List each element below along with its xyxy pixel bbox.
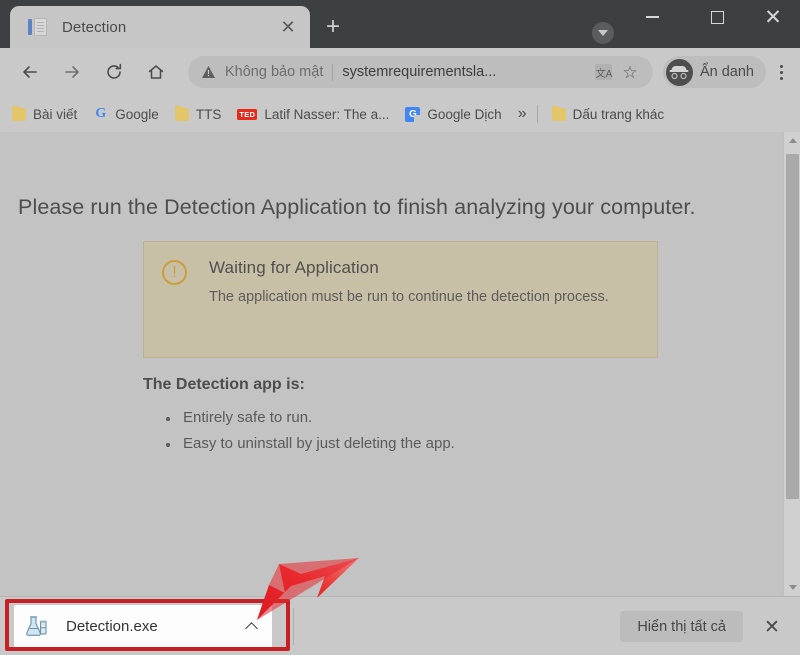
- window-dropdown-icon[interactable]: [592, 22, 614, 44]
- list-item-label: Entirely safe to run.: [183, 409, 313, 426]
- other-bookmarks-item[interactable]: Dấu trang khác: [551, 105, 664, 122]
- list-item: Easy to uninstall by just deleting the a…: [166, 435, 455, 452]
- scrollbar-thumb[interactable]: [786, 154, 799, 499]
- minimize-button[interactable]: [629, 0, 675, 34]
- flask-icon: [24, 615, 50, 639]
- shelf-divider: [293, 608, 294, 645]
- tab-strip: Detection ✕ + ✕: [0, 0, 800, 48]
- tab-close-icon[interactable]: ✕: [276, 15, 300, 39]
- chrome-menu-icon[interactable]: [766, 64, 796, 80]
- forward-icon[interactable]: [54, 54, 90, 90]
- scroll-down-icon[interactable]: [784, 579, 800, 596]
- download-shelf: Detection.exe Hiển thị tất cả ✕: [0, 596, 800, 655]
- document-icon: [28, 17, 48, 37]
- show-all-downloads-button[interactable]: Hiển thị tất cả: [620, 611, 743, 642]
- folder-icon: [174, 105, 189, 121]
- security-status-text: Không bảo mật: [225, 64, 324, 80]
- list-item-label: Easy to uninstall by just deleting the a…: [183, 435, 455, 452]
- bookmark-item[interactable]: G Google Dịch: [405, 106, 502, 124]
- browser-toolbar: Không bảo mật systemrequirementsla... 文A…: [0, 48, 800, 96]
- page-scrollbar[interactable]: [783, 132, 800, 596]
- bullet-icon: [166, 443, 170, 447]
- bookmark-star-icon[interactable]: ☆: [617, 60, 643, 84]
- feature-list: Entirely safe to run. Easy to uninstall …: [166, 409, 455, 461]
- chevron-up-icon[interactable]: [240, 620, 262, 635]
- folder-icon: [551, 105, 566, 121]
- download-filename: Detection.exe: [66, 618, 158, 635]
- waiting-alert-box: ! Waiting for Application The applicatio…: [143, 241, 658, 358]
- incognito-label: Ẩn danh: [699, 64, 754, 80]
- google-translate-icon: G: [405, 106, 424, 124]
- scroll-up-icon[interactable]: [784, 132, 800, 149]
- alert-text: The application must be run to continue …: [209, 289, 609, 305]
- incognito-icon: [665, 58, 693, 86]
- google-icon: G: [95, 106, 107, 121]
- download-item-detection-exe[interactable]: Detection.exe: [14, 605, 272, 648]
- address-bar[interactable]: Không bảo mật systemrequirementsla... 文A…: [188, 56, 653, 88]
- bookmarks-overflow-icon[interactable]: »: [518, 105, 527, 123]
- incognito-indicator[interactable]: Ẩn danh: [662, 56, 766, 88]
- new-tab-button[interactable]: +: [320, 14, 346, 40]
- home-icon[interactable]: [138, 54, 174, 90]
- page-content: Please run the Detection Application to …: [0, 132, 800, 596]
- page-title: Please run the Detection Application to …: [18, 195, 696, 219]
- tab-title: Detection: [62, 18, 127, 36]
- close-shelf-icon[interactable]: ✕: [759, 614, 785, 640]
- not-secure-warning-icon: [198, 65, 218, 79]
- exclamation-circle-icon: !: [162, 260, 187, 285]
- folder-icon: [12, 105, 26, 121]
- omnibox-separator: [332, 63, 334, 81]
- url-text: systemrequirementsla...: [342, 64, 497, 80]
- bookmark-item[interactable]: TTS: [174, 105, 221, 122]
- maximize-button[interactable]: [694, 0, 740, 34]
- bookmark-item[interactable]: G Google: [93, 107, 159, 122]
- list-heading: The Detection app is:: [143, 376, 305, 393]
- back-icon[interactable]: [12, 54, 48, 90]
- translate-glyph: 文A: [595, 64, 613, 80]
- bullet-icon: [166, 417, 170, 421]
- browser-window: Detection ✕ + ✕ Không bảo mật systemrequ…: [0, 0, 800, 655]
- tab-detection[interactable]: Detection ✕: [10, 6, 310, 48]
- translate-icon[interactable]: 文A: [591, 60, 617, 84]
- alert-title: Waiting for Application: [209, 258, 379, 277]
- ted-icon: TED: [237, 108, 258, 120]
- reload-icon[interactable]: [96, 54, 132, 90]
- bookmark-item[interactable]: Bài viết: [12, 105, 77, 122]
- bookmarks-bar: Bài viết G Google TTS TED Latif Nasser: …: [0, 96, 800, 132]
- bookmark-item[interactable]: TED Latif Nasser: The a...: [237, 107, 389, 122]
- close-window-button[interactable]: ✕: [750, 0, 796, 34]
- bookmarks-divider: [536, 105, 538, 123]
- list-item: Entirely safe to run.: [166, 409, 455, 426]
